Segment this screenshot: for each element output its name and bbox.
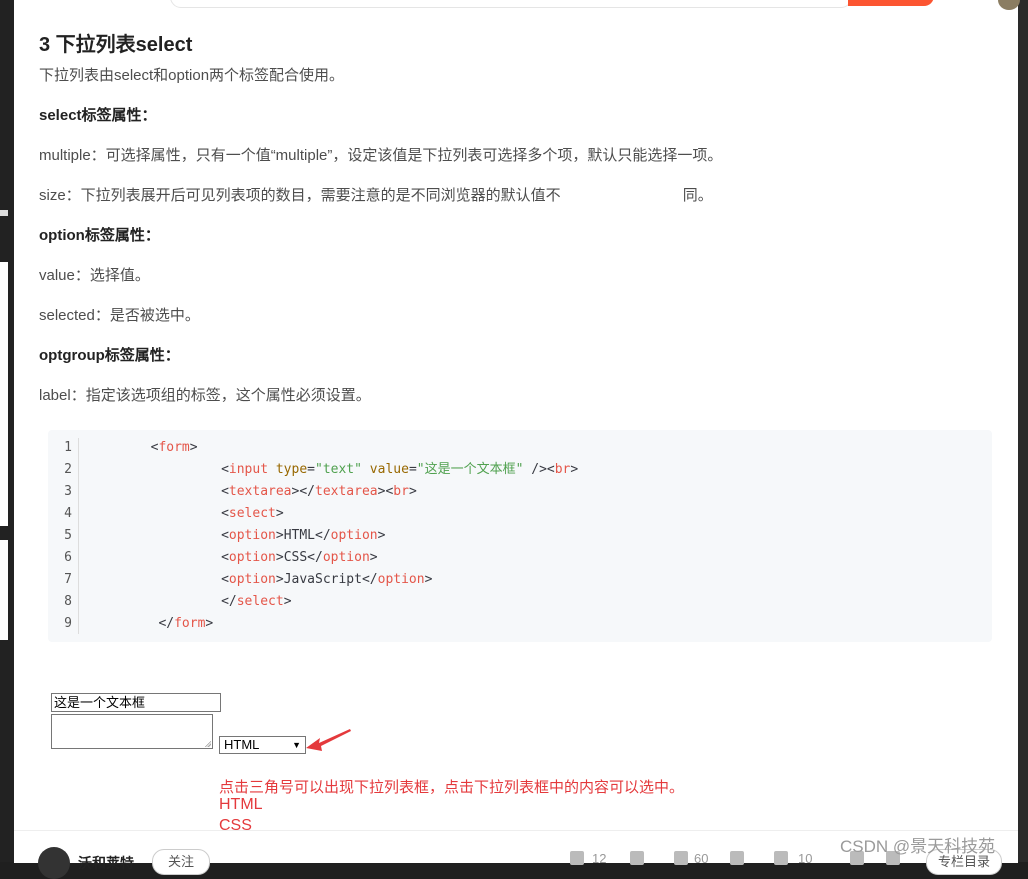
search-input[interactable] bbox=[170, 0, 852, 8]
section-heading: 3 下拉列表select bbox=[39, 34, 193, 56]
demo-select-value: HTML bbox=[224, 737, 260, 752]
like-count: 12 bbox=[592, 851, 607, 866]
code-line: 5 <option>HTML</option> bbox=[64, 528, 386, 543]
size-desc-part1: size：下拉列表展开后可见列表项的数目，需要注意的是不同浏览器的默认值不 bbox=[39, 187, 561, 204]
code-line: 6 <option>CSS</option> bbox=[64, 550, 378, 565]
dislike-icon[interactable] bbox=[630, 851, 644, 865]
code-line: 7 <option>JavaScript</option> bbox=[64, 572, 433, 587]
code-line: 4 <select> bbox=[64, 506, 284, 521]
code-line: 2 <input type="text" value="这是一个文本框" /><… bbox=[64, 462, 579, 477]
size-desc-part2: 同。 bbox=[682, 187, 713, 204]
code-line: 1 <form> bbox=[64, 440, 198, 455]
demo-select[interactable]: HTML ▼ bbox=[219, 736, 306, 754]
author-name[interactable]: 沃和莱特 bbox=[78, 853, 134, 873]
code-line: 3 <textarea></textarea><br> bbox=[64, 484, 417, 499]
label-desc: label：指定该选项组的标签，这个属性必须设置。 bbox=[39, 387, 371, 404]
star-icon[interactable] bbox=[674, 851, 688, 865]
demo-textarea[interactable] bbox=[51, 714, 213, 749]
code-block: 1 <form> 2 <input type="text" value="这是一… bbox=[48, 430, 992, 642]
author-avatar[interactable] bbox=[38, 847, 70, 879]
multiple-desc: multiple：可选择属性，只有一个值“multiple”，设定该值是下拉列表… bbox=[39, 147, 723, 164]
favorite-count: 60 bbox=[694, 851, 709, 866]
left-background-strip bbox=[0, 0, 14, 862]
demo-text-input[interactable]: 这是一个文本框 bbox=[51, 693, 221, 712]
background-window-edge bbox=[0, 262, 8, 526]
background-window-edge bbox=[0, 540, 8, 640]
code-line: 9 </form> bbox=[64, 616, 214, 631]
demo-note: 点击三角号可以出现下拉列表框，点击下拉列表框中的内容可以选中。 bbox=[219, 779, 685, 796]
like-icon[interactable] bbox=[570, 851, 584, 865]
dropdown-caret-icon[interactable]: ▼ bbox=[292, 737, 301, 753]
intro-text: 下拉列表由select和option两个标签配合使用。 bbox=[39, 67, 345, 84]
comment-icon[interactable] bbox=[774, 851, 788, 865]
watermark: CSDN @景天科技苑 bbox=[840, 837, 996, 856]
resize-grip-icon[interactable] bbox=[205, 741, 211, 747]
reward-icon[interactable] bbox=[730, 851, 744, 865]
follow-button[interactable]: 关注 bbox=[152, 849, 210, 875]
option-attrs-title: option标签属性： bbox=[39, 227, 160, 244]
selected-desc: selected：是否被选中。 bbox=[39, 307, 200, 324]
optgroup-attrs-title: optgroup标签属性： bbox=[39, 347, 180, 364]
article-content: 3 下拉列表select 下拉列表由select和option两个标签配合使用。… bbox=[14, 12, 1018, 830]
code-line: 8 </select> bbox=[64, 594, 292, 609]
right-background-strip bbox=[1018, 0, 1028, 862]
comment-count: 10 bbox=[798, 851, 813, 866]
demo-option-text: HTML bbox=[219, 796, 263, 813]
value-desc: value：选择值。 bbox=[39, 267, 150, 284]
red-arrow-icon bbox=[306, 729, 351, 751]
size-desc: size：下拉列表展开后可见列表项的数目，需要注意的是不同浏览器的默认值不 同。 bbox=[39, 184, 713, 205]
search-button[interactable] bbox=[848, 0, 934, 6]
select-attrs-title: select标签属性： bbox=[39, 107, 157, 124]
demo-option-text: CSS bbox=[219, 817, 252, 830]
background-mark bbox=[0, 210, 8, 216]
